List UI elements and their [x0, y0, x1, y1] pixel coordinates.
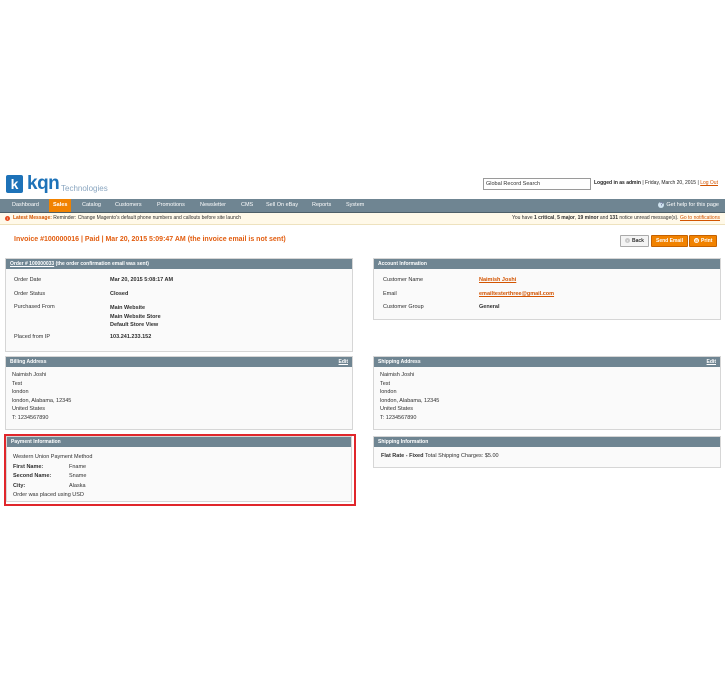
nav-catalog[interactable]: Catalog — [78, 199, 105, 212]
logo-text: kqn — [27, 173, 60, 194]
page-title: Invoice #100000016 | Paid | Mar 20, 2015… — [14, 236, 286, 243]
nav-dashboard[interactable]: Dashboard — [8, 199, 43, 212]
shipping-info-box: Shipping Information Flat Rate - Fixed T… — [373, 436, 721, 468]
nav-sell-on-ebay[interactable]: Sell On eBay — [262, 199, 302, 212]
notice-label: Latest Message: — [13, 215, 52, 221]
back-icon: ‹ — [625, 238, 630, 243]
header: k kqn Technologies Global Record Search … — [0, 170, 725, 198]
nav-customers[interactable]: Customers — [111, 199, 146, 212]
help-icon: ? — [658, 202, 665, 208]
order-date: Mar 20, 2015 5:08:17 AM — [110, 277, 174, 283]
order-info-box: Order # 100000033 (the order confirmatio… — [5, 258, 353, 352]
billing-address-box: Billing Address Edit Naimish Joshi Test … — [5, 356, 353, 430]
notifications-link[interactable]: Go to notifications — [680, 215, 720, 221]
shipping-address: Naimish Joshi Test london london, Alabam… — [380, 372, 440, 421]
nav-system[interactable]: System — [342, 199, 368, 212]
nav-promotions[interactable]: Promotions — [153, 199, 189, 212]
customer-name-link[interactable]: Naimish Joshi — [479, 277, 516, 283]
logo-icon: k — [6, 175, 23, 193]
customer-group: General — [479, 304, 500, 310]
logo-subtext: Technologies — [61, 184, 108, 193]
purchased-from: Main Website Main Website Store Default … — [110, 305, 161, 328]
logout-link[interactable]: Log Out — [700, 180, 718, 186]
send-email-button[interactable]: Send Email — [651, 235, 688, 247]
date-text: Friday, March 20, 2015 — [645, 180, 697, 186]
global-search-input[interactable]: Global Record Search — [483, 178, 591, 190]
nav-cms[interactable]: CMS — [237, 199, 257, 212]
shipping-rate: Flat Rate - Fixed Total Shipping Charges… — [381, 453, 499, 459]
payment-highlight-border — [4, 434, 356, 506]
nav-newsletter[interactable]: Newsletter — [196, 199, 230, 212]
admin-frame: k kqn Technologies Global Record Search … — [0, 170, 725, 510]
back-button[interactable]: ‹ Back — [620, 235, 649, 247]
nav-sales[interactable]: Sales — [49, 199, 72, 212]
billing-address: Naimish Joshi Test london london, Alabam… — [12, 372, 72, 421]
warning-icon: ! — [5, 216, 10, 221]
order-number-link[interactable]: Order # 100000033 — [10, 261, 54, 267]
billing-edit-link[interactable]: Edit — [339, 357, 348, 367]
main-nav: Dashboard Sales Catalog Customers Promot… — [0, 199, 725, 213]
customer-email-link[interactable]: emailtesterthree@gmail.com — [479, 291, 554, 297]
account-info-box: Account Information Customer Name Naimis… — [373, 258, 721, 320]
notice-text: Reminder: Change Magento's default phone… — [53, 215, 242, 221]
login-info: Logged in as admin | Friday, March 20, 2… — [594, 180, 718, 186]
placed-from-ip: 103.241.233.152 — [110, 334, 152, 340]
order-status: Closed — [110, 291, 129, 297]
help-link[interactable]: ? Get help for this page — [658, 199, 719, 212]
print-icon: ⊙ — [694, 238, 699, 243]
system-message-bar: ! Latest Message: Reminder: Change Magen… — [0, 213, 725, 225]
login-text: Logged in as admin — [594, 180, 641, 186]
print-button[interactable]: ⊙ Print — [689, 235, 718, 247]
shipping-address-box: Shipping Address Edit Naimish Joshi Test… — [373, 356, 721, 430]
shipping-edit-link[interactable]: Edit — [707, 357, 716, 367]
nav-reports[interactable]: Reports — [308, 199, 335, 212]
order-email-status: (the order confirmation email was sent) — [55, 261, 149, 267]
